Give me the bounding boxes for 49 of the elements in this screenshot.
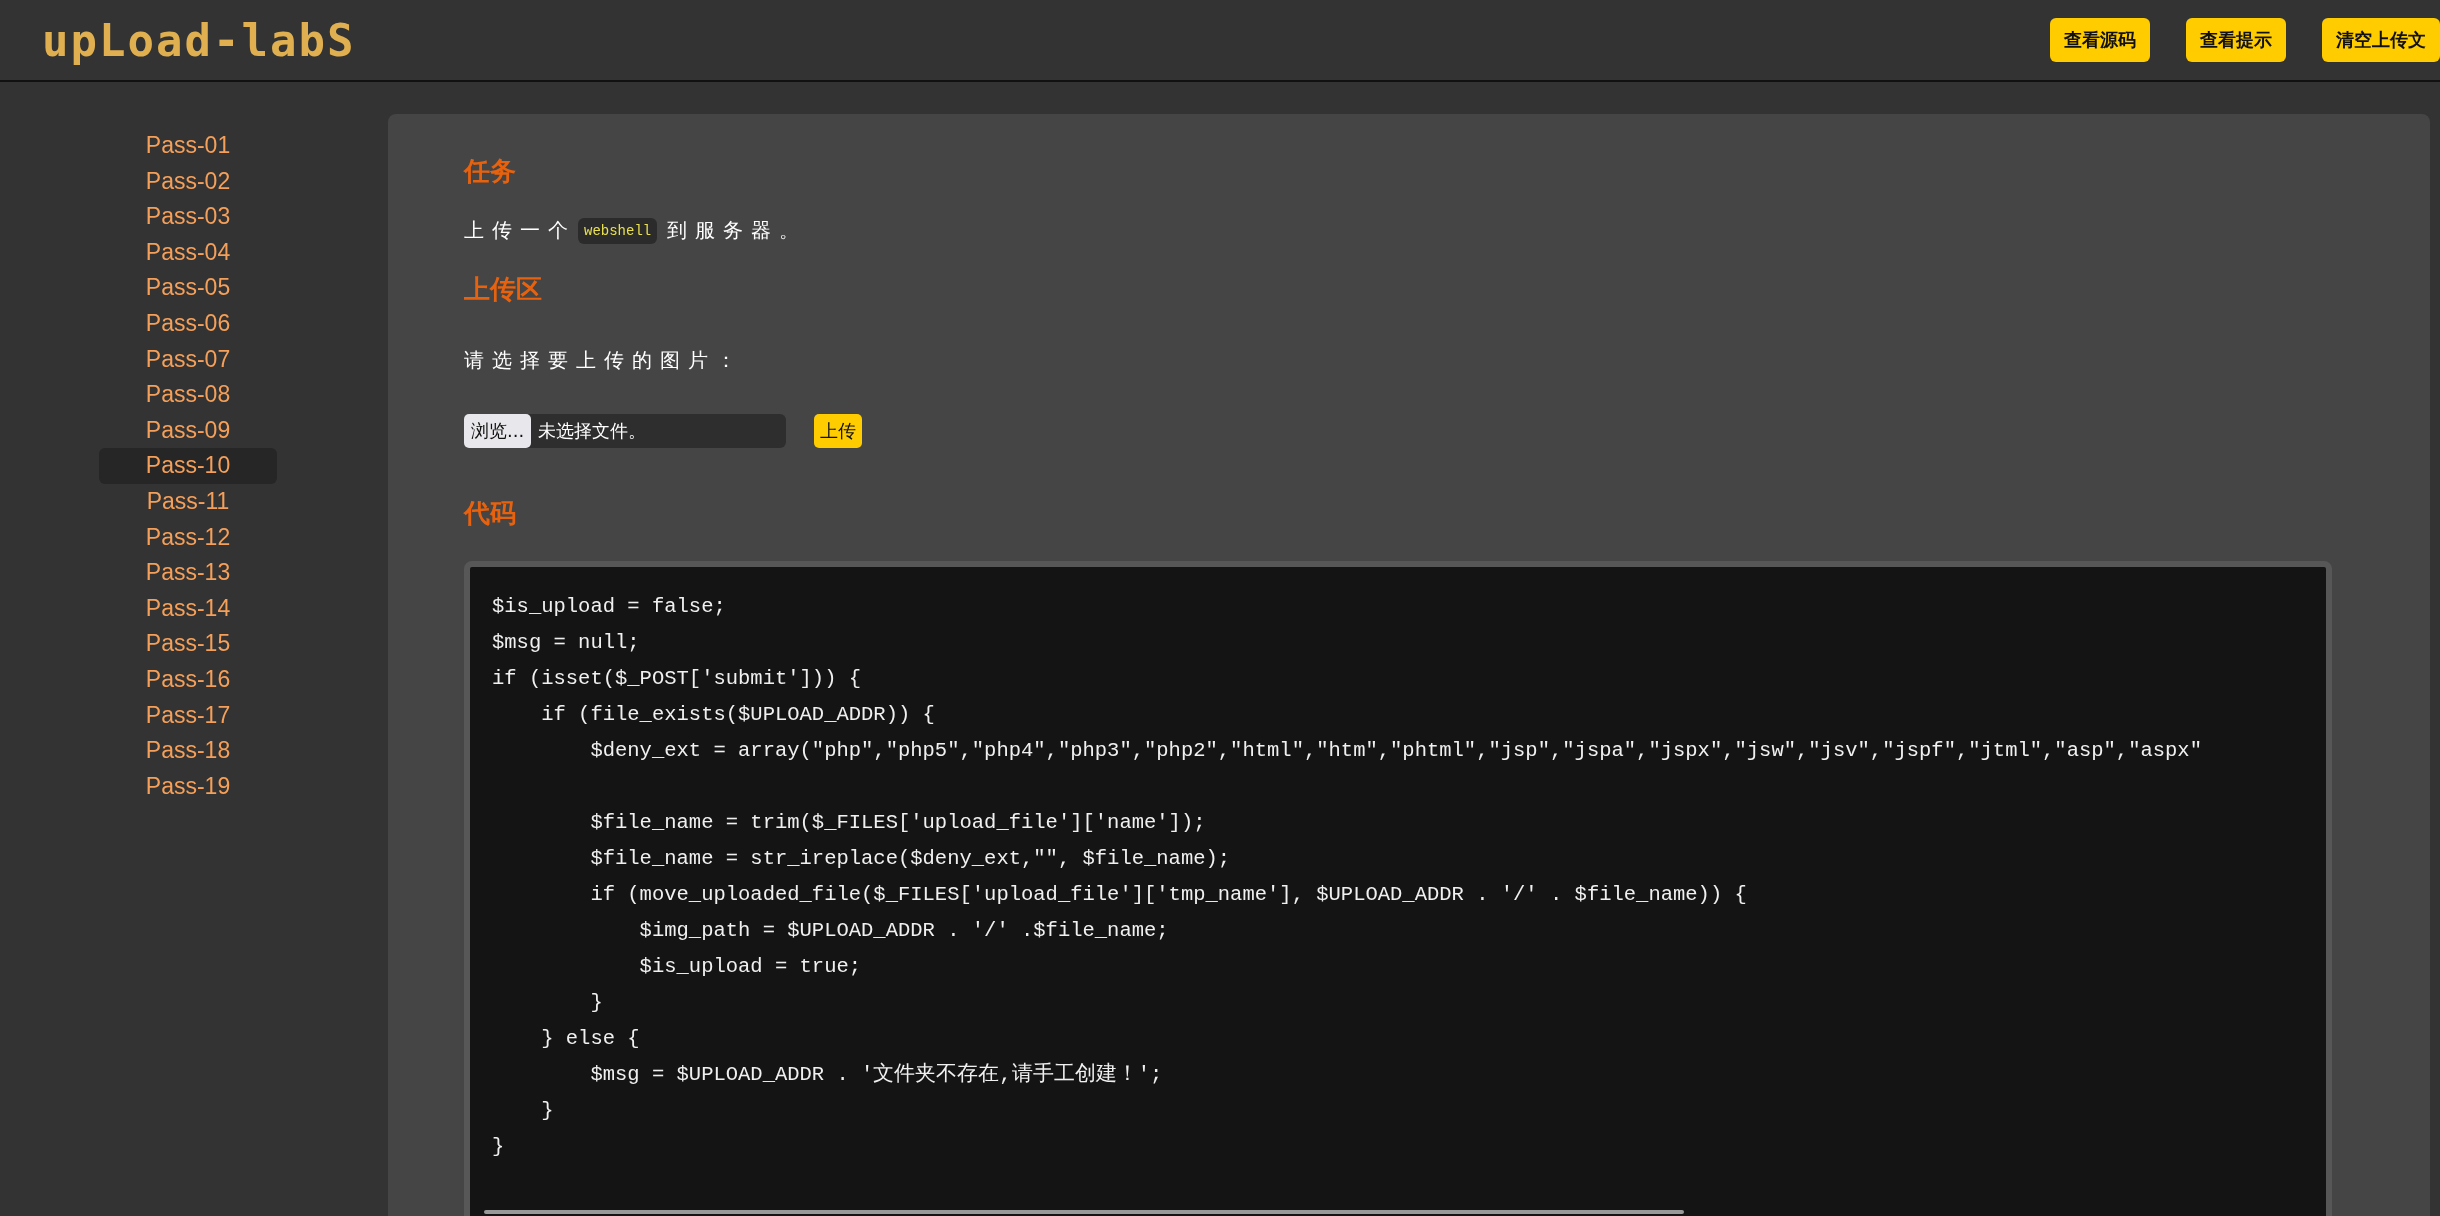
sidebar-link[interactable]: Pass-17	[99, 697, 277, 734]
code-line: }	[492, 1134, 505, 1160]
sidebar-link[interactable]: Pass-19	[99, 768, 277, 805]
code-line: $img_path = $UPLOAD_ADDR . '/' .$file_name;	[638, 918, 1169, 944]
header-button[interactable]: 查看提示	[2186, 18, 2286, 62]
sidebar-link[interactable]: Pass-10	[99, 448, 277, 484]
sidebar-link[interactable]: Pass-04	[99, 234, 277, 271]
code-line: $is_upload = true;	[638, 954, 862, 980]
sidebar-link[interactable]: Pass-14	[99, 590, 277, 627]
sidebar-link[interactable]: Pass-07	[99, 341, 277, 378]
task-text: 上传一个	[464, 217, 576, 244]
code-line: if (isset($_POST['submit'])) {	[492, 666, 862, 692]
sidebar-link[interactable]: Pass-18	[99, 733, 277, 769]
sidebar-link[interactable]: Pass-11	[99, 483, 277, 520]
upload-button[interactable]: 上传	[814, 414, 862, 448]
sidebar-link[interactable]: Pass-15	[99, 626, 277, 662]
section-heading: 代码	[464, 497, 516, 530]
code-line: $msg = $UPLOAD_ADDR . '文件夹不存在,请手工创建！';	[589, 1061, 1163, 1088]
section-heading: 上传区	[464, 273, 542, 306]
section-heading: 任务	[464, 155, 516, 188]
sidebar-link[interactable]: Pass-03	[99, 199, 277, 235]
inline-code: webshell	[578, 217, 658, 244]
sidebar-link[interactable]: Pass-16	[99, 661, 277, 698]
code-line: }	[540, 1098, 554, 1124]
scrollbar-thumb[interactable]	[484, 1210, 1684, 1214]
sidebar-link[interactable]: Pass-02	[99, 163, 277, 200]
sidebar-link[interactable]: Pass-13	[99, 555, 277, 591]
sidebar-link[interactable]: Pass-06	[99, 305, 277, 342]
browse-button[interactable]: 浏览...	[464, 414, 532, 448]
code-line: $file_name = str_ireplace($deny_ext,"", $file_name);	[589, 846, 1231, 872]
upload-prompt: 请选择要上传的图片：	[464, 347, 744, 374]
file-input[interactable]: 浏览... 未选择文件。	[464, 414, 786, 448]
sidebar-link[interactable]: Pass-08	[99, 377, 277, 413]
sidebar-link[interactable]: Pass-09	[99, 412, 277, 449]
code-line: if (file_exists($UPLOAD_ADDR)) {	[540, 702, 935, 728]
sidebar-link[interactable]: Pass-12	[99, 519, 277, 556]
code-line: }	[589, 990, 603, 1016]
task-text: 到服务器。	[667, 217, 808, 244]
sidebar-link[interactable]: Pass-01	[99, 128, 277, 164]
code-line: $file_name = trim($_FILES['upload_file']['name']);	[589, 810, 1206, 836]
header-button[interactable]: 查看源码	[2050, 18, 2150, 62]
code-line: $deny_ext = array("php","php5","php4","php3","php2","html","htm","phtml","jsp","jspa","jspx","jsw","jsv","jspf","jtml","asp","aspx"	[589, 738, 2202, 764]
header-button[interactable]: 清空上传文	[2322, 18, 2440, 62]
logo[interactable]: upLoad-labS	[42, 14, 356, 66]
sidebar-link[interactable]: Pass-05	[99, 270, 277, 306]
code-line: $is_upload = false;	[492, 594, 726, 620]
code-line: if (move_uploaded_file($_FILES['upload_file']['tmp_name'], $UPLOAD_ADDR . '/' . $file_name)) {	[589, 882, 1747, 908]
code-line: $msg = null;	[492, 630, 640, 656]
code-line: } else {	[540, 1026, 640, 1052]
